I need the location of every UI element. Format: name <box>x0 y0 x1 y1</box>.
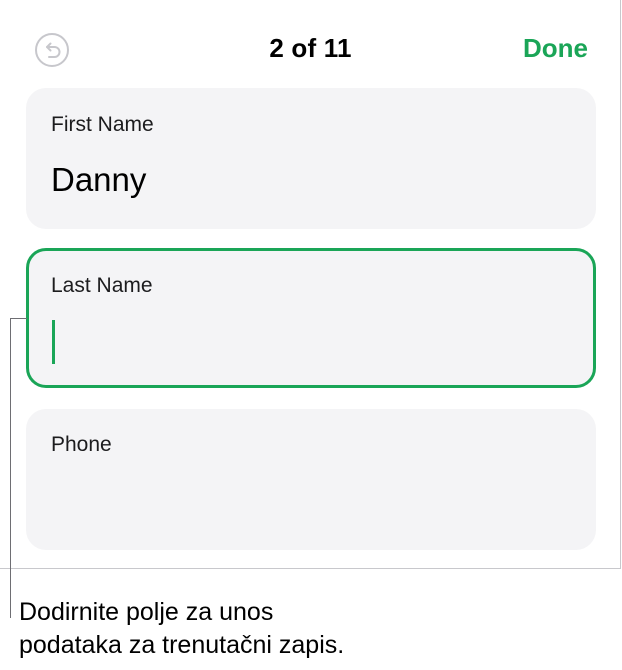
callout-line <box>10 318 11 618</box>
text-cursor <box>52 320 55 364</box>
callout-line-1: Dodirnite polje za unos <box>19 598 274 626</box>
last-name-field[interactable]: Last Name <box>26 248 596 388</box>
field-label: Phone <box>51 433 112 456</box>
callout-line-2: podataka za trenutačni zapis. <box>19 631 345 659</box>
field-value: Danny <box>51 161 147 198</box>
field-label: Last Name <box>51 274 153 297</box>
callout-caption: Dodirnite polje za unos podataka za tren… <box>19 596 344 662</box>
callout-tick <box>10 318 27 319</box>
field-label: First Name <box>51 113 154 136</box>
phone-field[interactable]: Phone <box>26 409 596 550</box>
record-form-panel: 2 of 11 Done First Name Danny Last Name … <box>0 0 621 569</box>
done-button[interactable]: Done <box>523 30 588 66</box>
first-name-field[interactable]: First Name Danny <box>26 88 596 229</box>
